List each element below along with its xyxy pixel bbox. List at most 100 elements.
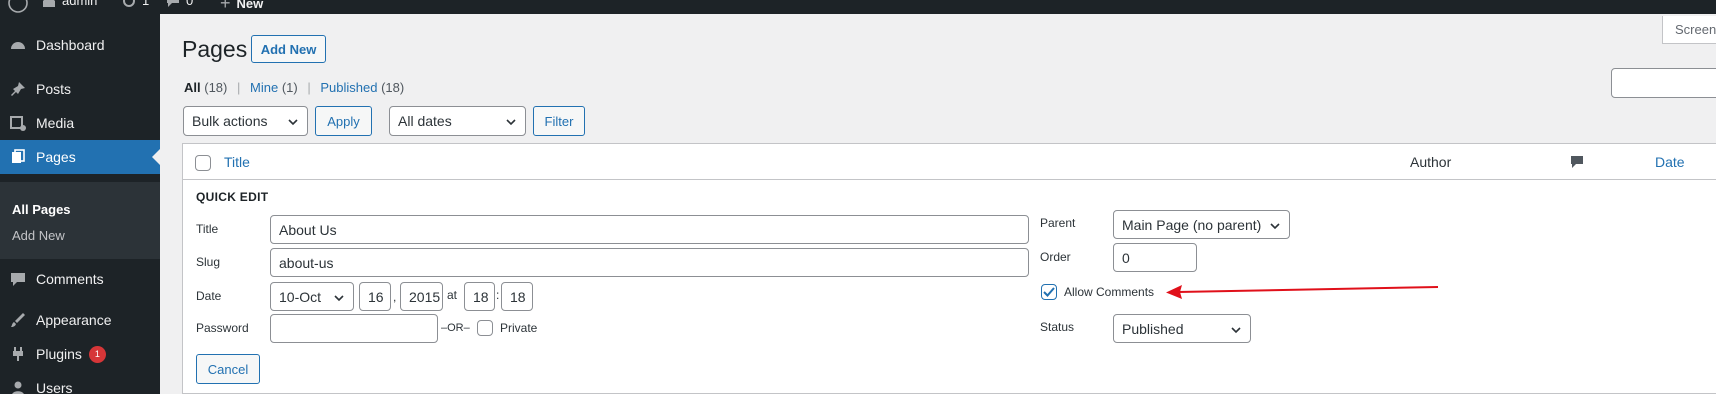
filter-all-link[interactable]: All (18): [184, 80, 227, 95]
submenu-add-new[interactable]: Add New: [12, 228, 65, 243]
status-select[interactable]: Published: [1113, 314, 1251, 343]
comment-icon: [0, 270, 36, 288]
allow-comments-checkbox[interactable]: [1041, 284, 1057, 300]
month-value: 10-Oct: [279, 288, 322, 305]
filter-all-label: All: [184, 80, 201, 95]
quick-edit-heading: QUICK EDIT: [196, 190, 269, 204]
filter-mine-label: Mine: [250, 80, 279, 95]
private-checkbox[interactable]: [477, 320, 493, 336]
sidebar-item-label: Appearance: [36, 312, 112, 328]
sidebar-item-label: Plugins: [36, 346, 82, 362]
apply-button[interactable]: Apply: [315, 106, 372, 136]
new-content-link[interactable]: + New: [220, 0, 263, 14]
hour-value: 18: [473, 288, 489, 305]
sidebar-item-label: Comments: [36, 271, 104, 287]
comment-column-icon[interactable]: [1570, 155, 1584, 172]
filter-button[interactable]: Filter: [533, 106, 585, 136]
title-input[interactable]: About Us: [270, 215, 1029, 244]
sidebar-item-media[interactable]: Media: [0, 106, 160, 140]
admin-sidebar: Dashboard Posts Media Pages All Pages Ad…: [0, 14, 160, 394]
status-value: Published: [1122, 320, 1184, 337]
column-date-sort-link[interactable]: Date: [1655, 154, 1685, 170]
day-input[interactable]: 16: [359, 282, 391, 311]
month-select[interactable]: 10-Oct: [270, 282, 354, 311]
admin-bar: admin 1 0 + New: [0, 0, 1716, 14]
chevron-down-icon: [1231, 327, 1241, 334]
chevron-down-icon: [334, 295, 344, 302]
submenu-all-pages[interactable]: All Pages: [12, 202, 71, 217]
apply-label: Apply: [327, 113, 360, 129]
chevron-down-icon: [506, 119, 516, 126]
pin-icon: [0, 80, 36, 98]
bulk-actions-value: Bulk actions: [192, 113, 268, 129]
slug-input[interactable]: about-us: [270, 248, 1029, 277]
page-status-filters: All (18) | Mine (1) | Published (18): [184, 80, 404, 95]
checkmark-icon: [1043, 287, 1055, 297]
date-at: at: [447, 288, 458, 302]
sidebar-item-label: Posts: [36, 81, 72, 97]
comments-link[interactable]: 0: [166, 0, 193, 8]
sidebar-item-posts[interactable]: Posts: [0, 72, 160, 106]
wordpress-logo-icon[interactable]: [8, 0, 28, 13]
order-input[interactable]: 0: [1113, 243, 1197, 272]
sidebar-item-label: Pages: [36, 149, 76, 165]
parent-label: Parent: [1040, 216, 1076, 230]
select-all-checkbox[interactable]: [195, 155, 211, 171]
updates-count: 1: [142, 0, 150, 8]
home-icon: [42, 0, 56, 8]
column-author-header: Author: [1410, 154, 1452, 170]
status-label: Status: [1040, 320, 1075, 334]
bulk-actions-select[interactable]: Bulk actions: [183, 106, 308, 136]
parent-select[interactable]: Main Page (no parent): [1113, 210, 1290, 239]
column-title-sort-link[interactable]: Title: [224, 154, 250, 170]
filter-published-count: (18): [381, 80, 405, 95]
time-colon: :: [496, 288, 500, 302]
sidebar-item-comments[interactable]: Comments: [0, 262, 160, 296]
slug-label: Slug: [196, 255, 221, 269]
updates-link[interactable]: 1: [122, 0, 149, 8]
annotation-arrow: [1166, 285, 1439, 299]
screen-options-label: Screen: [1675, 22, 1716, 37]
filter-published-link[interactable]: Published (18): [320, 80, 404, 95]
search-pages-input[interactable]: [1611, 68, 1716, 98]
user-icon: [0, 379, 36, 394]
admin-user-label: admin: [62, 0, 98, 8]
sidebar-item-users[interactable]: Users: [0, 371, 160, 394]
year-input[interactable]: 2015: [400, 282, 443, 311]
sidebar-item-plugins[interactable]: Plugins 1: [0, 337, 160, 371]
add-new-page-button[interactable]: Add New: [251, 35, 326, 63]
plugins-update-badge: 1: [88, 345, 106, 363]
site-name-link[interactable]: admin: [42, 0, 97, 8]
cancel-button[interactable]: Cancel: [196, 354, 260, 384]
sidebar-item-label: Dashboard: [36, 37, 105, 53]
sidebar-item-dashboard[interactable]: Dashboard: [0, 28, 160, 62]
sidebar-item-appearance[interactable]: Appearance: [0, 303, 160, 337]
cancel-label: Cancel: [207, 361, 249, 377]
refresh-icon: [122, 0, 136, 8]
date-filter-value: All dates: [398, 113, 452, 129]
password-label: Password: [196, 321, 249, 335]
date-comma: ,: [393, 290, 397, 304]
date-filter-select[interactable]: All dates: [389, 106, 526, 136]
private-label: Private: [500, 321, 538, 335]
screen-options-tab[interactable]: Screen: [1662, 16, 1716, 44]
quick-edit-panel: QUICK EDIT Title About Us Slug about-us …: [182, 180, 1716, 394]
day-value: 16: [368, 288, 384, 305]
sidebar-item-pages[interactable]: Pages: [0, 140, 160, 174]
filter-mine-link[interactable]: Mine (1): [250, 80, 298, 95]
media-icon: [0, 114, 36, 132]
minute-value: 18: [510, 288, 526, 305]
brush-icon: [0, 311, 36, 329]
password-input[interactable]: [270, 314, 438, 343]
order-label: Order: [1040, 250, 1071, 264]
slug-input-value: about-us: [279, 254, 334, 271]
hour-input[interactable]: 18: [464, 282, 495, 311]
pages-submenu: All Pages Add New: [0, 182, 160, 259]
filter-separator: |: [237, 80, 241, 95]
filter-separator: |: [307, 80, 311, 95]
title-label: Title: [196, 222, 219, 236]
plus-icon: +: [220, 0, 231, 13]
chevron-down-icon: [288, 119, 298, 126]
filter-published-label: Published: [320, 80, 378, 95]
minute-input[interactable]: 18: [501, 282, 533, 311]
